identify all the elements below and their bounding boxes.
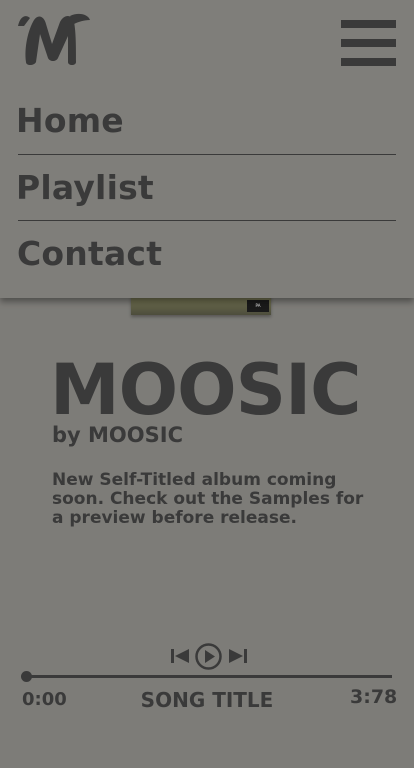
progress-track[interactable] [26, 675, 392, 678]
nav-divider [18, 220, 396, 221]
menu-bar [341, 20, 396, 28]
nav-item-playlist[interactable]: Playlist [16, 168, 154, 207]
m-logo-icon [18, 13, 90, 65]
parental-advisory-badge: PA [247, 300, 269, 312]
play-icon[interactable] [195, 643, 222, 670]
album-artist: by MOOSIC [52, 423, 183, 447]
skip-next-icon[interactable] [228, 648, 248, 664]
menu-bar [341, 58, 396, 66]
skip-previous-icon[interactable] [170, 648, 190, 664]
player-controls [170, 643, 250, 671]
menu-bar [341, 39, 396, 47]
nav-item-contact[interactable]: Contact [17, 234, 162, 273]
nav-divider [18, 154, 396, 155]
hamburger-menu-icon[interactable] [341, 20, 396, 66]
logo[interactable] [14, 12, 92, 66]
album-description: New Self-Titled album coming soon. Check… [52, 470, 364, 528]
progress-handle[interactable] [21, 671, 32, 682]
nav-item-home[interactable]: Home [16, 101, 124, 140]
total-time: 3:78 [350, 686, 398, 708]
nav-dropdown: Home Playlist Contact [0, 0, 414, 298]
album-title: MOOSIC [50, 349, 362, 431]
